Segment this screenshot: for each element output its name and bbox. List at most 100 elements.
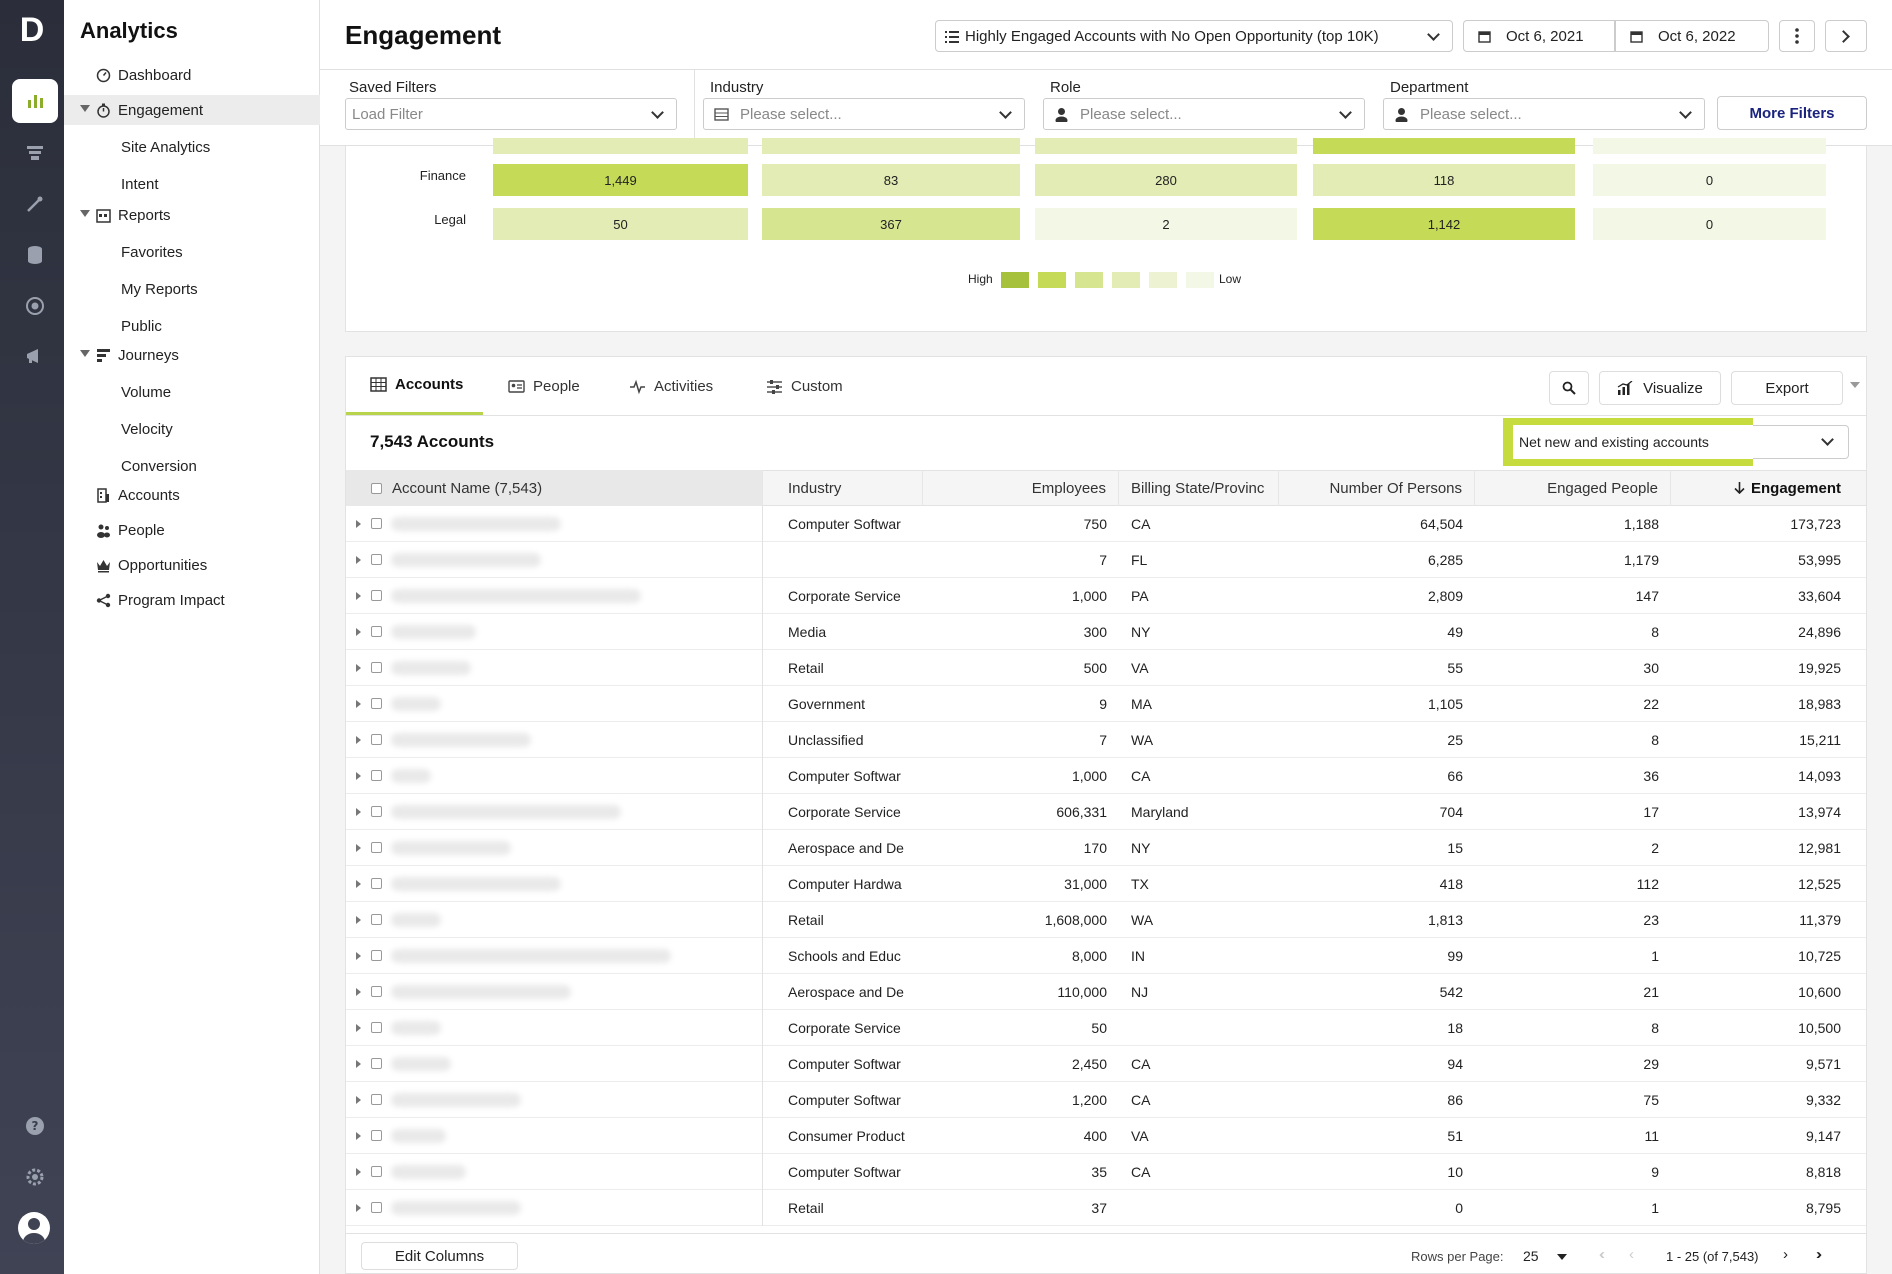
nav-site-analytics[interactable]: Site Analytics [64, 132, 320, 162]
date-start-picker[interactable]: Oct 6, 2021 [1463, 20, 1615, 52]
expand-row-icon[interactable] [356, 808, 361, 816]
table-row[interactable]: Computer Hardwa 31,000 TX 418 112 12,525 [346, 866, 1866, 902]
next-button[interactable] [1825, 20, 1867, 52]
expand-row-icon[interactable] [356, 772, 361, 780]
tab-activities[interactable]: Activities [629, 357, 713, 415]
row-checkbox[interactable] [371, 662, 382, 673]
heatmap-cell[interactable] [1313, 138, 1575, 154]
more-filters-button[interactable]: More Filters [1717, 96, 1867, 130]
table-row[interactable]: Computer Softwar 1,200 CA 86 75 9,332 [346, 1082, 1866, 1118]
expand-row-icon[interactable] [356, 916, 361, 924]
expand-row-icon[interactable] [356, 1132, 361, 1140]
account-name-redacted[interactable] [391, 769, 431, 783]
row-checkbox[interactable] [371, 950, 382, 961]
col-employees[interactable]: Employees [923, 470, 1119, 506]
table-row[interactable]: Retail 37 0 1 8,795 [346, 1190, 1866, 1226]
nav-conversion[interactable]: Conversion [64, 451, 320, 481]
nav-people[interactable]: People [64, 515, 320, 545]
row-checkbox[interactable] [371, 734, 382, 745]
col-engagement[interactable]: Engagement [1671, 470, 1866, 506]
nav-intent[interactable]: Intent [64, 169, 320, 199]
account-name-redacted[interactable] [391, 1201, 521, 1215]
heatmap-cell[interactable]: 0 [1593, 164, 1826, 196]
row-checkbox[interactable] [371, 1202, 382, 1213]
expand-row-icon[interactable] [356, 700, 361, 708]
settings-gear-icon[interactable] [12, 1155, 58, 1199]
account-name-redacted[interactable] [391, 697, 441, 711]
account-name-redacted[interactable] [391, 517, 561, 531]
next-page-icon[interactable]: › [1783, 1246, 1788, 1263]
col-account-name[interactable]: Account Name (7,543) [346, 470, 763, 506]
row-checkbox[interactable] [371, 878, 382, 889]
table-row[interactable]: Computer Softwar 2,450 CA 94 29 9,571 [346, 1046, 1866, 1082]
row-checkbox[interactable] [371, 1166, 382, 1177]
row-checkbox[interactable] [371, 806, 382, 817]
analytics-icon[interactable] [12, 79, 58, 123]
caret-down-icon[interactable] [80, 210, 90, 217]
expand-row-icon[interactable] [356, 988, 361, 996]
col-number-of-persons[interactable]: Number Of Persons [1279, 470, 1475, 506]
search-button[interactable] [1549, 371, 1589, 405]
heatmap-cell[interactable]: 1,449 [493, 164, 748, 196]
database-icon[interactable] [12, 233, 58, 277]
row-checkbox[interactable] [371, 1094, 382, 1105]
expand-row-icon[interactable] [356, 1204, 361, 1212]
export-caret-icon[interactable] [1850, 382, 1860, 388]
nav-reports[interactable]: Reports [64, 200, 320, 230]
heatmap-cell[interactable]: 1,142 [1313, 208, 1575, 240]
nav-journeys[interactable]: Journeys [64, 340, 320, 370]
role-select[interactable]: Please select... [1043, 98, 1365, 130]
nav-velocity[interactable]: Velocity [64, 414, 320, 444]
table-row[interactable]: 7 FL 6,285 1,179 53,995 [346, 542, 1866, 578]
heatmap-cell[interactable] [1593, 138, 1826, 154]
account-name-redacted[interactable] [391, 661, 471, 675]
table-row[interactable]: Media 300 NY 49 8 24,896 [346, 614, 1866, 650]
account-name-redacted[interactable] [391, 1165, 466, 1179]
prev-page-icon[interactable]: ‹ [1629, 1246, 1634, 1263]
expand-row-icon[interactable] [356, 664, 361, 672]
date-end-picker[interactable]: Oct 6, 2022 [1615, 20, 1769, 52]
nav-program-impact[interactable]: Program Impact [64, 585, 320, 615]
table-row[interactable]: Corporate Service 606,331 Maryland 704 17 13,… [346, 794, 1866, 830]
account-name-redacted[interactable] [391, 589, 641, 603]
col-billing-state[interactable]: Billing State/Provinc [1119, 470, 1279, 506]
megaphone-icon[interactable] [12, 334, 58, 378]
table-row[interactable]: Corporate Service 1,000 PA 2,809 147 33,604 [346, 578, 1866, 614]
expand-row-icon[interactable] [356, 736, 361, 744]
expand-row-icon[interactable] [356, 1168, 361, 1176]
nav-my-reports[interactable]: My Reports [64, 274, 320, 304]
heatmap-cell[interactable]: 0 [1593, 208, 1826, 240]
edit-columns-button[interactable]: Edit Columns [361, 1242, 518, 1270]
heatmap-cell[interactable]: 50 [493, 208, 748, 240]
first-page-icon[interactable]: ‹‹ [1599, 1246, 1605, 1263]
account-name-redacted[interactable] [391, 1021, 441, 1035]
account-name-redacted[interactable] [391, 805, 621, 819]
account-type-dropdown-toggle[interactable] [1753, 425, 1849, 459]
row-checkbox[interactable] [371, 554, 382, 565]
table-row[interactable]: Computer Softwar 35 CA 10 9 8,818 [346, 1154, 1866, 1190]
table-row[interactable]: Retail 1,608,000 WA 1,813 23 11,379 [346, 902, 1866, 938]
visualize-button[interactable]: Visualize [1599, 371, 1721, 405]
table-row[interactable]: Aerospace and De 170 NY 15 2 12,981 [346, 830, 1866, 866]
heatmap-cell[interactable] [1035, 138, 1297, 154]
table-row[interactable]: Corporate Service 50 18 8 10,500 [346, 1010, 1866, 1046]
account-name-redacted[interactable] [391, 1093, 521, 1107]
expand-row-icon[interactable] [356, 592, 361, 600]
account-name-redacted[interactable] [391, 733, 531, 747]
caret-down-icon[interactable] [80, 105, 90, 112]
account-name-redacted[interactable] [391, 949, 671, 963]
account-name-redacted[interactable] [391, 553, 541, 567]
row-checkbox[interactable] [371, 626, 382, 637]
heatmap-cell[interactable] [762, 138, 1020, 154]
select-all-checkbox[interactable] [371, 482, 382, 494]
export-button[interactable]: Export [1731, 371, 1843, 405]
heatmap-cell[interactable]: 118 [1313, 164, 1575, 196]
table-row[interactable]: Consumer Product 400 VA 51 11 9,147 [346, 1118, 1866, 1154]
caret-down-icon[interactable] [80, 350, 90, 357]
expand-row-icon[interactable] [356, 880, 361, 888]
target-icon[interactable] [12, 284, 58, 328]
row-checkbox[interactable] [371, 590, 382, 601]
expand-row-icon[interactable] [356, 556, 361, 564]
nav-opportunities[interactable]: Opportunities [64, 550, 320, 580]
heatmap-cell[interactable]: 2 [1035, 208, 1297, 240]
